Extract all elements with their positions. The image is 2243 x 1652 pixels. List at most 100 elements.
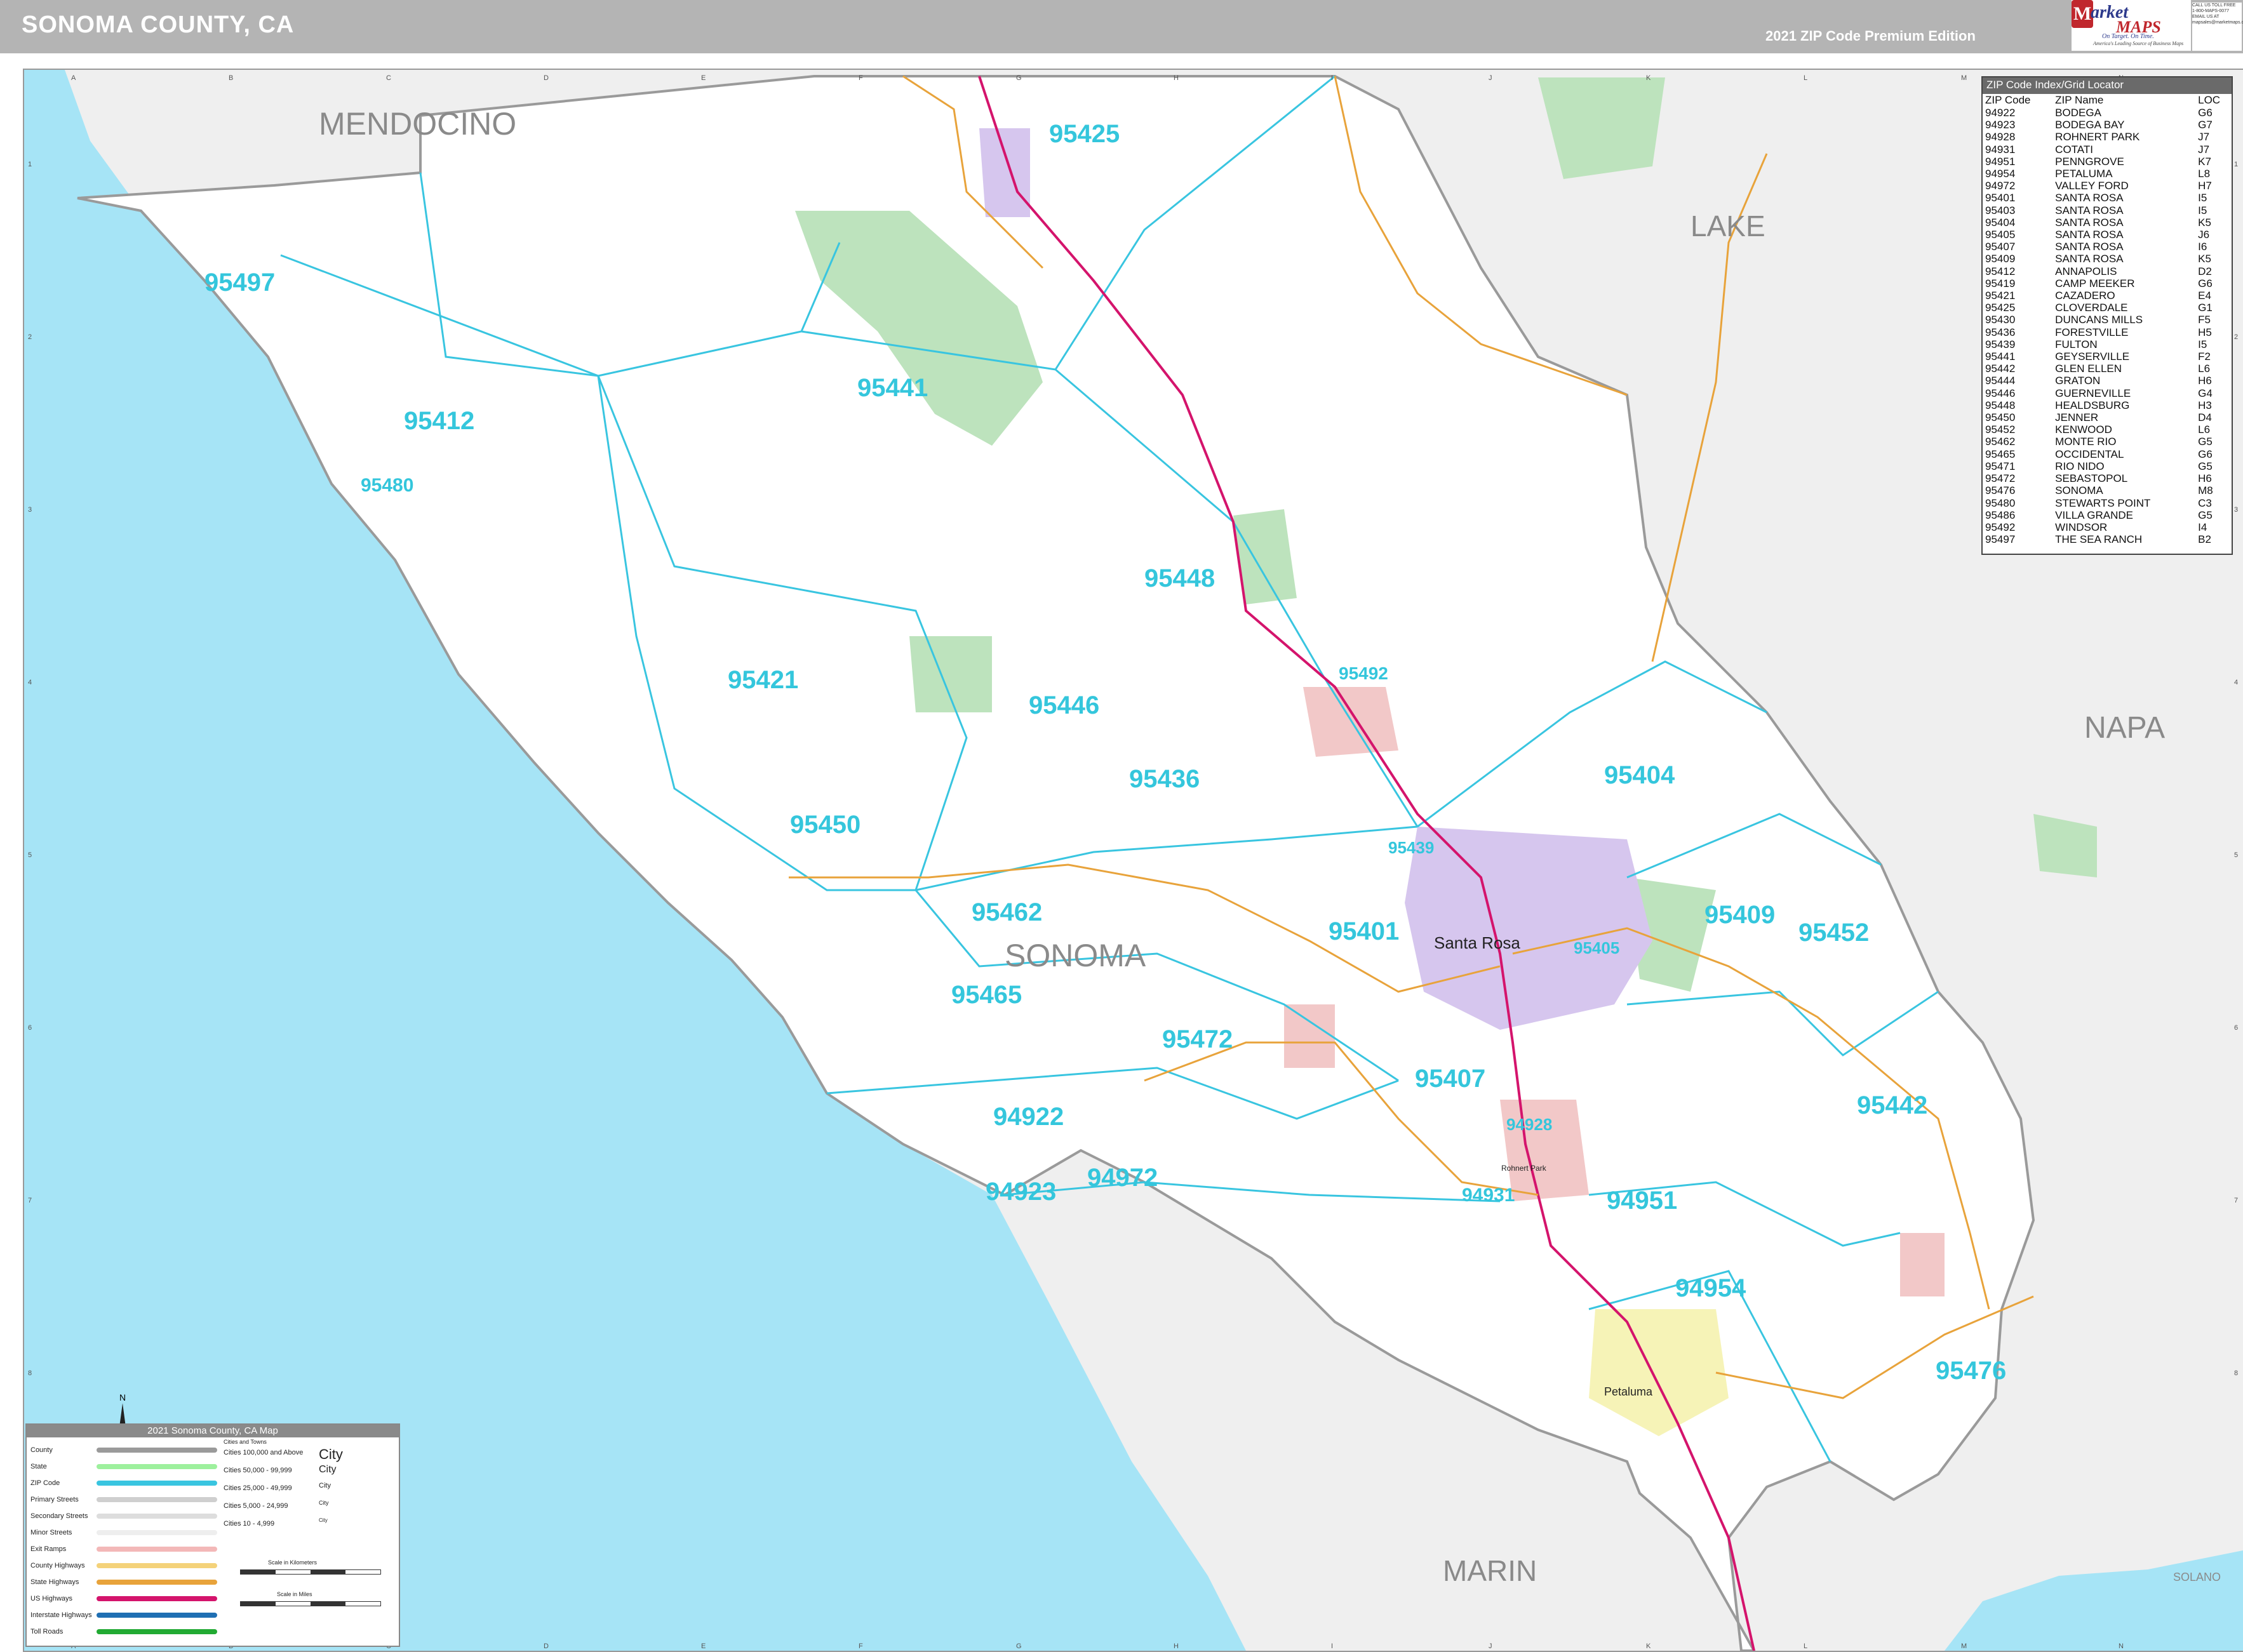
grid-row-label: 4 xyxy=(2234,679,2238,686)
santa-rosa-area xyxy=(1405,827,1652,1030)
zip-label: 95441 xyxy=(857,374,928,402)
zip-index-zip: 95441 xyxy=(1985,350,2016,363)
zip-index-row: 94928 ROHNERT PARK J7 xyxy=(1983,131,2232,143)
zip-label: 95407 xyxy=(1415,1065,1485,1093)
zip-label: 95450 xyxy=(790,811,860,839)
zip-index-row: 94972 VALLEY FORD H7 xyxy=(1983,180,2232,192)
legend-item-symbol xyxy=(97,1497,217,1502)
zip-index-row: 94931 COTATI J7 xyxy=(1983,143,2232,156)
zip-index-zip: 95497 xyxy=(1985,533,2016,546)
zip-index-zip: 95450 xyxy=(1985,411,2016,424)
zip-index-name: FULTON xyxy=(2055,338,2098,350)
map-legend: 2021 Sonoma County, CA Map County State ZI… xyxy=(25,1423,400,1647)
zip-index-row: 95425 CLOVERDALE G1 xyxy=(1983,302,2232,314)
legend-scale-km: Scale in Kilometers xyxy=(268,1559,318,1566)
zip-label: 95448 xyxy=(1144,564,1215,592)
legend-city-size-label: Cities 5,000 - 24,999 xyxy=(224,1502,288,1510)
zip-index-name: DUNCANS MILLS xyxy=(2055,314,2143,326)
grid-row-label: 6 xyxy=(2234,1024,2238,1032)
zip-index-row: 95448 HEALDSBURG H3 xyxy=(1983,399,2232,411)
zip-index-loc: M8 xyxy=(2198,484,2213,497)
logo-tagline: On Target. On Time. xyxy=(2102,33,2154,40)
zip-label: 95497 xyxy=(204,269,275,296)
zip-index-row: 95492 WINDSOR I4 xyxy=(1983,521,2232,533)
map-canvas[interactable]: AABBCCDDEEFFGGHHIIJJKKLLMMNN 11223344556… xyxy=(24,70,2243,1651)
zip-index-name: STEWARTS POINT xyxy=(2055,496,2151,509)
zip-label: 95409 xyxy=(1704,901,1775,929)
legend-city-size-label: Cities 25,000 - 49,999 xyxy=(224,1484,292,1492)
zip-index-loc: J6 xyxy=(2198,229,2210,241)
legend-item-label: ZIP Code xyxy=(30,1479,60,1487)
zip-index-loc: I5 xyxy=(2198,192,2207,204)
legend-city-size-label: Cities 50,000 - 99,999 xyxy=(224,1467,292,1474)
grid-row-label: 8 xyxy=(2234,1369,2238,1377)
legend-city-example: City xyxy=(319,1464,337,1475)
zip-index-name: SANTA ROSA xyxy=(2055,192,2124,204)
legend-scale-mi: Scale in Miles xyxy=(277,1591,312,1597)
grid-column-label: L xyxy=(1804,74,1807,82)
zip-index-name: VILLA GRANDE xyxy=(2055,509,2133,521)
zip-index-zip: 95476 xyxy=(1985,484,2016,497)
zip-index-row: 95407 SANTA ROSA I6 xyxy=(1983,241,2232,253)
zip-index-title: ZIP Code Index/Grid Locator xyxy=(1983,77,2232,94)
logo-mark: M xyxy=(2072,0,2093,28)
legend-title: 2021 Sonoma County, CA Map xyxy=(27,1425,399,1437)
grid-row-label: 4 xyxy=(28,679,32,686)
zip-index-loc: G4 xyxy=(2198,387,2213,399)
zip-index-zip: 94951 xyxy=(1985,155,2016,168)
cloverdale-area xyxy=(979,128,1030,217)
zip-index-loc: G6 xyxy=(2198,107,2213,119)
logo-subtagline: America's Leading Source of Business Map… xyxy=(2093,41,2184,46)
grid-row-label: 5 xyxy=(28,851,32,859)
zip-label: 95472 xyxy=(1162,1025,1233,1053)
zip-label: 95442 xyxy=(1857,1091,1927,1119)
zip-index-loc: H7 xyxy=(2198,180,2212,192)
zip-index-row: 94923 BODEGA BAY G7 xyxy=(1983,119,2232,131)
zip-index-loc: D2 xyxy=(2198,265,2212,277)
zip-index-row: 95486 VILLA GRANDE G5 xyxy=(1983,509,2232,521)
zip-index-name: SANTA ROSA xyxy=(2055,216,2124,229)
zip-index-name: WINDSOR xyxy=(2055,521,2108,533)
grid-column-label: F xyxy=(859,74,863,82)
zip-index-zip: 95439 xyxy=(1985,338,2016,350)
grid-column-label: D xyxy=(544,74,549,82)
zip-index-row: 95465 OCCIDENTAL G6 xyxy=(1983,448,2232,460)
austin-creek-park xyxy=(909,636,992,712)
zip-label: 94928 xyxy=(1506,1115,1552,1134)
zip-index-loc: B2 xyxy=(2198,533,2211,546)
zip-label: 95446 xyxy=(1029,691,1099,719)
zip-index-row: 95401 SANTA ROSA I5 xyxy=(1983,192,2232,204)
zip-index-row: 95409 SANTA ROSA K5 xyxy=(1983,253,2232,265)
zip-index-zip: 95452 xyxy=(1985,423,2016,436)
zip-label: 95425 xyxy=(1049,120,1120,148)
zip-index-zip: 95404 xyxy=(1985,216,2016,229)
grid-column-label: M xyxy=(1961,1642,1967,1650)
zip-index-col-zip: ZIP Code xyxy=(1985,94,2031,106)
zip-label: 94923 xyxy=(986,1178,1056,1206)
grid-row-label: 6 xyxy=(28,1024,32,1032)
zip-index-loc: C3 xyxy=(2198,496,2212,509)
zip-index-zip: 95471 xyxy=(1985,460,2016,472)
sebastopol-area xyxy=(1284,1004,1335,1068)
zip-index-row: 94922 BODEGA G6 xyxy=(1983,107,2232,119)
zip-index-row: 95412 ANNAPOLIS D2 xyxy=(1983,265,2232,277)
zip-index-zip: 95403 xyxy=(1985,204,2016,216)
zip-index-loc: L8 xyxy=(2198,168,2211,180)
legend-city-size-label: Cities 100,000 and Above xyxy=(224,1449,304,1456)
zip-index-row: 94951 PENNGROVE K7 xyxy=(1983,156,2232,168)
zip-label: 95476 xyxy=(1936,1357,2006,1385)
zip-index-name: BODEGA xyxy=(2055,107,2101,119)
zip-index-loc: H6 xyxy=(2198,375,2212,387)
zip-label: 95436 xyxy=(1129,765,1200,793)
zip-index-row: 95419 CAMP MEEKER G6 xyxy=(1983,277,2232,290)
contact-line: 1-800-MAPS-0077 xyxy=(2192,9,2229,13)
map-frame: AABBCCDDEEFFGGHHIIJJKKLLMMNN 11223344556… xyxy=(23,69,2243,1652)
zip-index-loc: D4 xyxy=(2198,411,2212,424)
zip-index-name: BODEGA BAY xyxy=(2055,119,2125,131)
legend-item-symbol xyxy=(97,1514,217,1519)
zip-index-zip: 95407 xyxy=(1985,241,2016,253)
legend-item-symbol xyxy=(97,1481,217,1486)
legend-cities-header: Cities and Towns xyxy=(224,1439,267,1445)
windsor-area xyxy=(1303,687,1398,757)
legend-city-example: City xyxy=(319,1446,343,1462)
